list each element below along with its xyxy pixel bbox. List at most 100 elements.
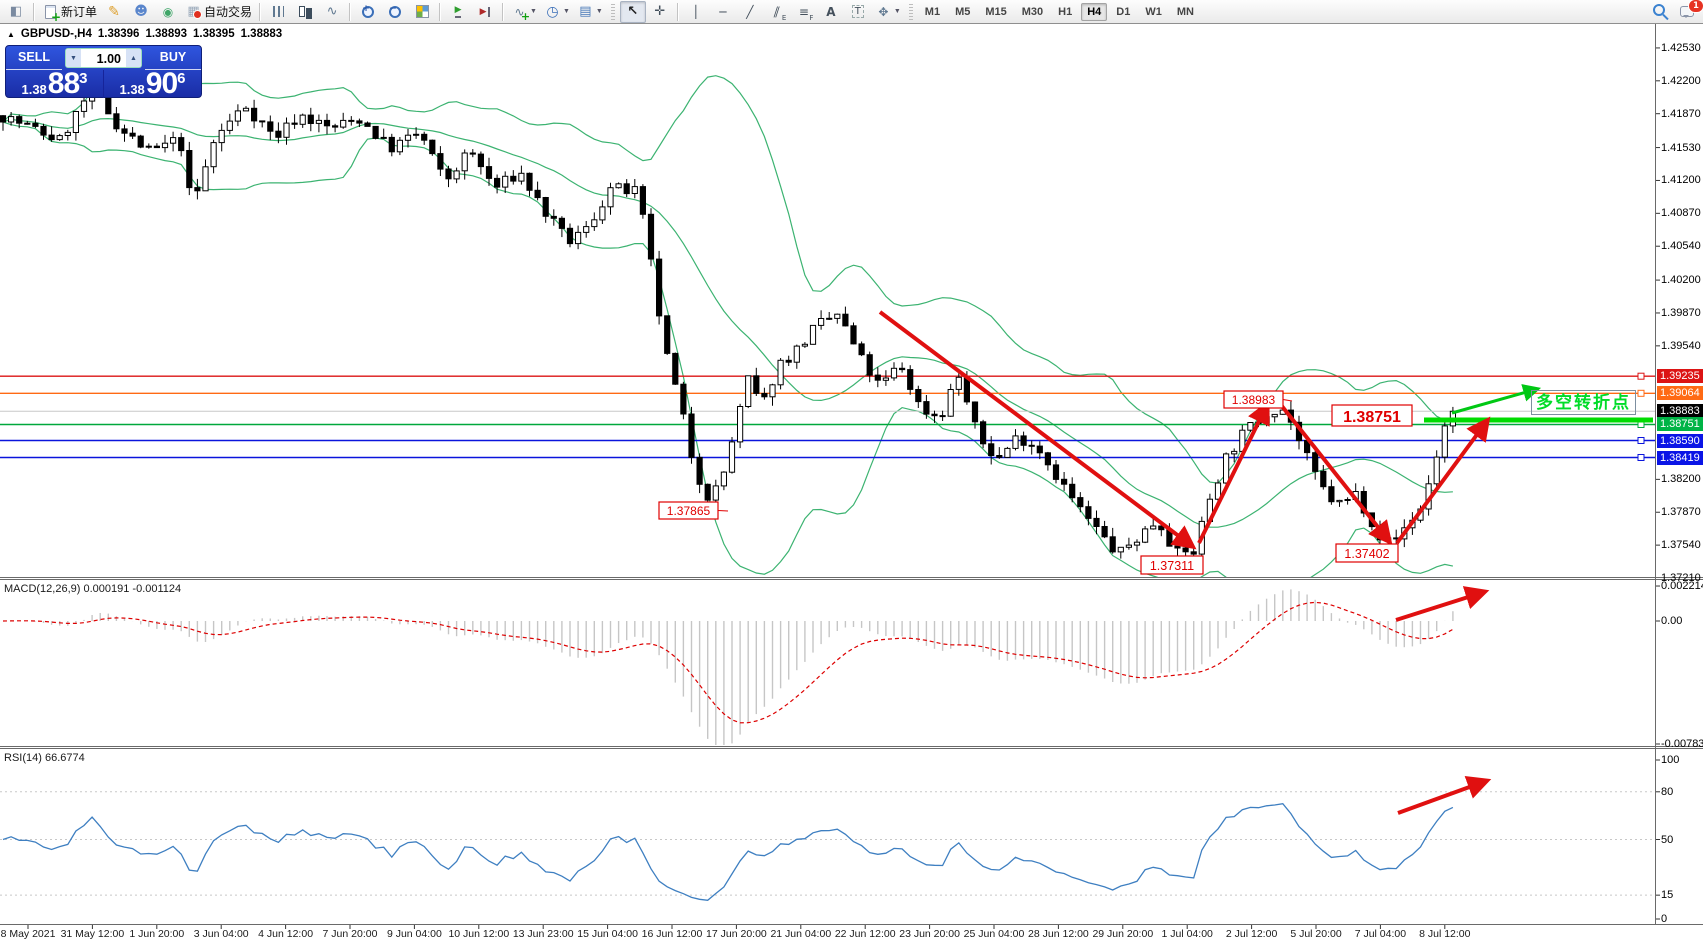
timeframe-m15-button[interactable]: M15: [979, 3, 1012, 21]
timeframe-m5-button[interactable]: M5: [949, 3, 976, 21]
templates-button[interactable]: ▼: [574, 1, 606, 23]
bar-chart-mode-button[interactable]: [265, 1, 291, 23]
line-handle[interactable]: [1638, 438, 1644, 444]
collapse-panel-icon[interactable]: ▲: [7, 30, 15, 39]
timeframe-d1-button[interactable]: D1: [1110, 3, 1136, 21]
toolbar-separator: [439, 3, 441, 21]
tline-icon: [741, 3, 758, 20]
line-chart-mode-button[interactable]: [319, 1, 345, 23]
chevron-down-icon[interactable]: ▼: [894, 8, 901, 15]
search-button[interactable]: [1647, 1, 1673, 23]
chart-header: ▲ GBPUSD-,H4 1.38396 1.38893 1.38395 1.3…: [7, 28, 282, 40]
level-price-label: 1.38751: [1657, 417, 1703, 431]
chat-button[interactable]: 1: [1674, 1, 1700, 23]
price-axis-tick: 1.42200: [1661, 75, 1701, 88]
buy-price[interactable]: 1.38 90 6: [103, 70, 201, 98]
text-label-button[interactable]: [845, 1, 871, 23]
equidistant-channel-button[interactable]: [764, 1, 790, 23]
price-annotation-text: 1.38751: [1343, 409, 1401, 426]
volume-value[interactable]: 1.00: [81, 49, 126, 67]
periods-button[interactable]: ▼: [541, 1, 573, 23]
vertical-line-button[interactable]: [683, 1, 709, 23]
line-handle[interactable]: [1638, 373, 1644, 379]
tile-windows-button[interactable]: [409, 1, 435, 23]
turning-point-note[interactable]: 多空转折点: [1531, 390, 1636, 415]
price-axis-tick: 1.37870: [1661, 506, 1701, 519]
clock-icon: [544, 3, 561, 20]
zoomin-icon: [360, 3, 377, 20]
time-axis-label: 16 Jun 12:00: [642, 928, 703, 940]
shift-icon: [477, 3, 494, 20]
price-axis-tick: 1.41200: [1661, 174, 1701, 187]
signals-button[interactable]: [155, 1, 181, 23]
candle-chart-mode-button[interactable]: [292, 1, 318, 23]
indicators-button[interactable]: ▼: [508, 1, 540, 23]
timeframe-m1-button[interactable]: M1: [919, 3, 946, 21]
level-price-label: 1.38590: [1657, 434, 1703, 448]
auto-trading-button[interactable]: 自动交易: [182, 1, 255, 23]
template-icon: [577, 3, 594, 20]
fibonacci-button[interactable]: [791, 1, 817, 23]
symbol-period-title: GBPUSD-,H4: [21, 28, 92, 40]
text-button[interactable]: [818, 1, 844, 23]
doc-fragment-button[interactable]: [3, 1, 29, 23]
timeframe-w1-button[interactable]: W1: [1139, 3, 1168, 21]
cursor-button[interactable]: [620, 1, 646, 23]
trend-line-button[interactable]: [737, 1, 763, 23]
time-axis-label: 1 Jun 20:00: [129, 928, 184, 940]
quote-open: 1.38396: [98, 28, 140, 40]
auto-scroll-button[interactable]: [445, 1, 471, 23]
time-axis-label: 22 Jun 12:00: [835, 928, 896, 940]
price-axis-tick: 1.37540: [1661, 539, 1701, 552]
candlesticks: [0, 76, 1455, 568]
rsi-axis-tick: 0: [1661, 913, 1667, 926]
panel-separator-main-macd[interactable]: [0, 577, 1703, 580]
panel-separator-macd-rsi[interactable]: [0, 746, 1703, 749]
new-order-button[interactable]: 新订单: [39, 1, 100, 23]
bars-icon: [270, 3, 287, 20]
toolbar-drag-handle[interactable]: [611, 4, 615, 20]
chevron-down-icon[interactable]: ▼: [530, 8, 537, 15]
fibo-icon: [795, 3, 812, 20]
rsi-axis-tick: 100: [1661, 754, 1679, 767]
timeframe-h1-button[interactable]: H1: [1052, 3, 1078, 21]
time-axis-label: 2 Jul 12:00: [1226, 928, 1277, 940]
line-handle[interactable]: [1638, 390, 1644, 396]
line-handle[interactable]: [1638, 455, 1644, 461]
timeframe-h4-button[interactable]: H4: [1081, 3, 1107, 21]
chart-shift-button[interactable]: [472, 1, 498, 23]
volume-down-button[interactable]: ▼: [66, 49, 81, 67]
page-plus-icon: [42, 3, 59, 20]
sell-price[interactable]: 1.38 88 3: [6, 70, 103, 98]
time-axis-label: 9 Jun 04:00: [387, 928, 442, 940]
trend-arrow-1[interactable]: [880, 312, 1192, 546]
time-axis-label: 13 Jun 23:00: [513, 928, 574, 940]
profile-button[interactable]: [128, 1, 154, 23]
zoom-in-button[interactable]: [355, 1, 381, 23]
level-price-label: 1.39235: [1657, 369, 1703, 383]
arrows-tool-button[interactable]: ▼: [872, 1, 904, 23]
volume-up-button[interactable]: ▲: [126, 49, 141, 67]
horizontal-line-button[interactable]: [710, 1, 736, 23]
autotrade-icon: [185, 3, 202, 20]
chevron-down-icon[interactable]: ▼: [563, 8, 570, 15]
auto-trading-label: 自动交易: [204, 3, 252, 20]
timeframe-mn-button[interactable]: MN: [1171, 3, 1200, 21]
trend-arrow-2[interactable]: [1199, 405, 1267, 543]
chevron-down-icon[interactable]: ▼: [596, 8, 603, 15]
time-axis-label: 8 Jul 12:00: [1419, 928, 1470, 940]
time-axis-label: 3 Jun 04:00: [194, 928, 249, 940]
trend-arrow-5[interactable]: [1396, 592, 1484, 620]
notification-badge: 1: [1688, 0, 1703, 13]
price-axis-tick: 1.38200: [1661, 473, 1701, 486]
crosshair-button[interactable]: [647, 1, 673, 23]
trend-arrow-6[interactable]: [1398, 781, 1486, 813]
styles-button[interactable]: [101, 1, 127, 23]
macd-axis-tick: 0.00: [1661, 615, 1682, 628]
zoom-out-button[interactable]: [382, 1, 408, 23]
toolbar-drag-handle[interactable]: [909, 4, 913, 20]
price-axis-tick: 1.42530: [1661, 42, 1701, 55]
cursor-icon: [624, 3, 641, 20]
timeframe-m30-button[interactable]: M30: [1016, 3, 1049, 21]
channel-icon: [768, 3, 785, 20]
